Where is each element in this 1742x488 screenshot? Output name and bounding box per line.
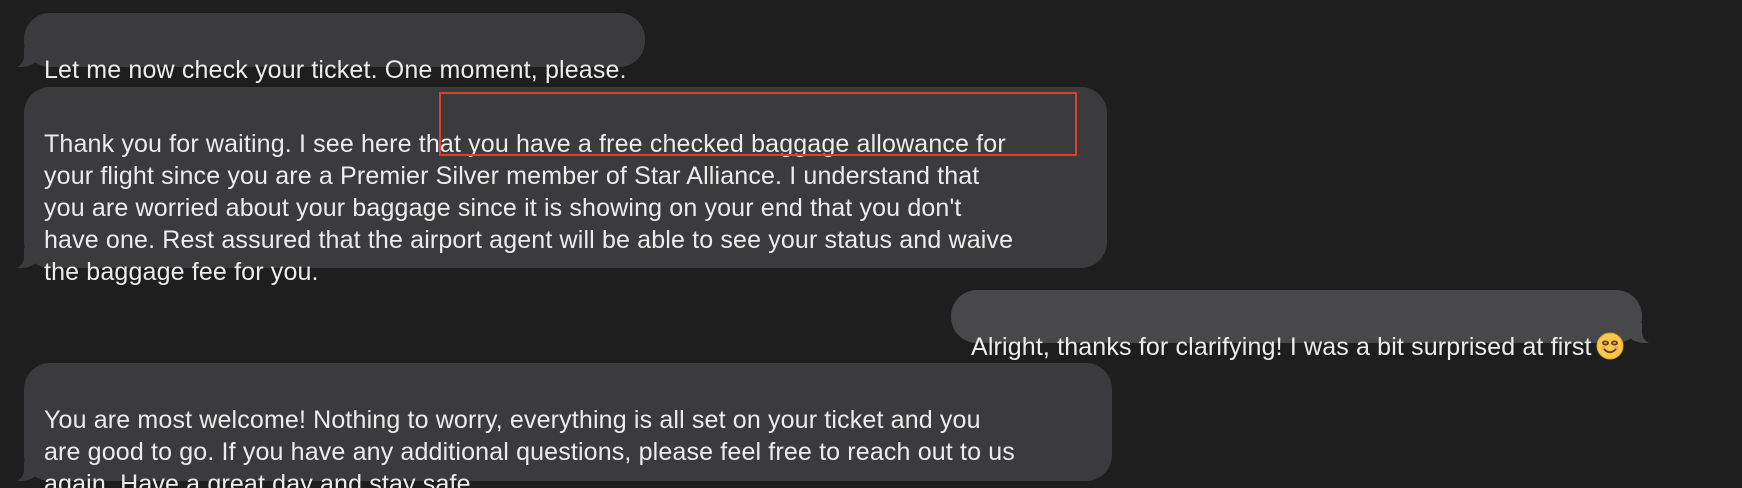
message-thread: Let me now check your ticket. One moment… (0, 0, 1742, 488)
message-text: You are most welcome! Nothing to worry, … (44, 406, 1015, 488)
incoming-message-bubble[interactable]: Thank you for waiting. I see here that y… (8, 87, 1107, 286)
outgoing-message-bubble[interactable]: Alright, thanks for clarifying! I was a … (951, 290, 1658, 361)
message-text: Thank you for waiting. I see here that y… (44, 130, 1014, 286)
message-text: Let me now check your ticket. One moment… (44, 56, 627, 84)
message-text: Alright, thanks for clarifying! I was a … (971, 333, 1592, 361)
incoming-message-bubble[interactable]: Let me now check your ticket. One moment… (8, 13, 645, 84)
smiling-face-emoji-icon (1596, 332, 1624, 360)
incoming-message-bubble[interactable]: You are most welcome! Nothing to worry, … (8, 363, 1112, 488)
